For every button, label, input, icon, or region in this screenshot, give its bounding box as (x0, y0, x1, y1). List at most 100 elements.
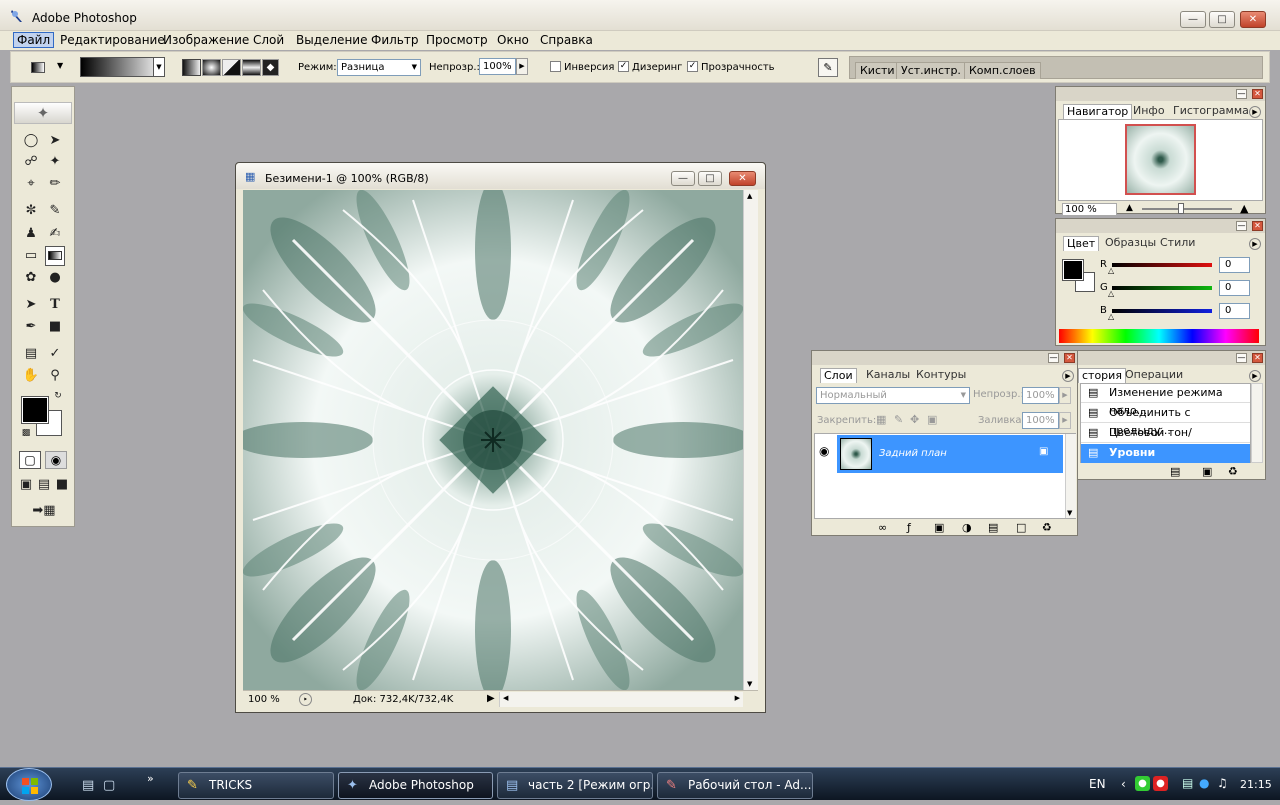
shape-tool-icon[interactable]: ■ (45, 317, 65, 337)
blend-mode-select[interactable]: Нормальный ▼ (816, 387, 970, 404)
tab-channels[interactable]: Каналы (863, 368, 913, 383)
quicklaunch-show-desktop-icon[interactable]: ▤ (82, 778, 94, 793)
zoom-level[interactable]: 100 % (248, 694, 280, 705)
history-item-selected[interactable]: ▤ Уровни (1081, 444, 1250, 463)
color-spectrum-bar[interactable] (1059, 329, 1259, 343)
color-panel-menu-icon[interactable]: ▶ (1249, 238, 1261, 250)
screen-mode-full-menu-icon[interactable]: ▤ (36, 475, 52, 495)
green-channel-value[interactable]: 0 (1219, 280, 1250, 296)
delete-layer-icon[interactable]: ♻ (1042, 521, 1052, 534)
eyedropper-tool-icon[interactable]: ✓ (45, 344, 65, 364)
blur-tool-icon[interactable]: ✿ (21, 268, 41, 288)
dither-checkbox[interactable]: ✓ (618, 61, 629, 72)
reflected-gradient-button[interactable] (242, 59, 261, 76)
tab-histogram[interactable]: Гистограмма (1170, 104, 1252, 119)
color-minimize-button[interactable]: — (1236, 221, 1247, 231)
navigator-thumbnail[interactable] (1125, 124, 1196, 195)
zoom-tool-icon[interactable]: ⚲ (45, 366, 65, 386)
slice-tool-icon[interactable]: ✏ (45, 174, 65, 194)
layer-mask-icon[interactable]: ▣ (934, 521, 944, 534)
restore-button[interactable]: □ (1209, 11, 1235, 28)
zoom-out-icon[interactable]: ▲ (1126, 203, 1133, 213)
new-snapshot-icon[interactable]: ▣ (1202, 465, 1212, 478)
document-title-bar[interactable]: ▦ Безимени-1 @ 100% (RGB/8) — □ ✕ (236, 163, 765, 189)
layer-visibility-eye-icon[interactable]: ◉ (819, 444, 829, 458)
fill-arrow[interactable]: ▶ (1059, 412, 1071, 429)
fill-input[interactable]: 100% (1022, 412, 1059, 429)
color-foreground-swatch[interactable] (1062, 259, 1084, 281)
opacity-arrow-button[interactable]: ▶ (516, 58, 528, 75)
layers-minimize-button[interactable]: — (1048, 353, 1059, 363)
new-layer-icon[interactable]: □ (1016, 521, 1026, 534)
adjustment-layer-icon[interactable]: ◑ (962, 521, 972, 534)
menu-view[interactable]: Просмотр (426, 33, 488, 47)
diamond-gradient-button[interactable]: ◆ (262, 59, 279, 76)
clone-stamp-tool-icon[interactable]: ♟ (21, 224, 41, 244)
menu-help[interactable]: Справка (540, 33, 593, 47)
angle-gradient-button[interactable] (222, 59, 241, 76)
gradient-tool-icon[interactable] (45, 246, 65, 266)
language-indicator[interactable]: EN (1089, 777, 1106, 791)
navigator-minimize-button[interactable]: — (1236, 89, 1247, 99)
well-tab-brushes[interactable]: Кисти (855, 62, 900, 79)
document-minimize-button[interactable]: — (671, 171, 695, 186)
link-layers-icon[interactable]: ∞ (878, 521, 887, 534)
menu-file[interactable]: Файл (13, 32, 55, 48)
taskbar-item-desktop-folder[interactable]: ✎ Рабочий стол - Ad... (657, 772, 813, 799)
document-canvas[interactable] (243, 190, 743, 690)
history-item[interactable]: ▤ Цветовой тон/Насыщен... (1081, 424, 1250, 457)
linear-gradient-button[interactable] (182, 59, 201, 76)
menu-image[interactable]: Изображение (163, 33, 249, 47)
tray-app-icon[interactable]: ● (1135, 776, 1150, 791)
well-tab-tool-presets[interactable]: Уст.инстр. (896, 62, 966, 79)
well-tab-layer-comps[interactable]: Комп.слоев (964, 62, 1041, 79)
green-slider-thumb-icon[interactable]: △ (1108, 289, 1114, 298)
jump-to-imageready-icon[interactable]: ➡▦ (21, 501, 67, 521)
screen-mode-standard-icon[interactable]: ▣ (18, 475, 34, 495)
document-close-button[interactable]: ✕ (729, 171, 756, 186)
menu-edit[interactable]: Редактирование (60, 33, 165, 47)
hand-tool-icon[interactable]: ✋ (21, 366, 41, 386)
history-item[interactable]: ▤ Объединить с предыду... (1081, 404, 1250, 437)
taskbar-item-tricks[interactable]: ✎ TRICKS (178, 772, 334, 799)
history-item[interactable]: ▤ Изменение режима нало... (1081, 384, 1250, 417)
document-horizontal-scrollbar[interactable]: ◀ ▶ (499, 692, 743, 707)
move-tool-icon[interactable]: ➤ (45, 131, 65, 151)
menu-select[interactable]: Выделение (296, 33, 367, 47)
healing-brush-tool-icon[interactable]: ✼ (21, 201, 41, 221)
taskbar-item-photoshop[interactable]: ✦ Adobe Photoshop (338, 772, 493, 799)
delete-state-icon[interactable]: ♻ (1228, 465, 1238, 478)
swap-colors-icon[interactable]: ↻ (52, 390, 64, 402)
transparency-checkbox[interactable]: ✓ (687, 61, 698, 72)
crop-tool-icon[interactable]: ⌖ (21, 174, 41, 194)
history-scrollbar[interactable] (1251, 383, 1263, 463)
standard-mode-button[interactable]: ▢ (19, 451, 41, 469)
screen-mode-full-icon[interactable]: ■ (54, 475, 70, 495)
pen-tool-icon[interactable]: ✒ (21, 317, 41, 337)
history-panel-menu-icon[interactable]: ▶ (1249, 370, 1261, 382)
tab-styles[interactable]: Стили (1157, 236, 1198, 251)
type-tool-icon[interactable]: T (45, 295, 65, 315)
tab-info[interactable]: Инфо (1130, 104, 1168, 119)
navigator-close-button[interactable]: ✕ (1252, 89, 1263, 99)
red-slider-thumb-icon[interactable]: △ (1108, 266, 1114, 275)
tray-network-icon[interactable]: ▤ (1182, 776, 1193, 790)
opacity-input[interactable]: 100% (479, 58, 516, 75)
tray-expand-icon[interactable]: ‹ (1121, 777, 1126, 791)
path-selection-tool-icon[interactable]: ➤ (21, 295, 41, 315)
menu-window[interactable]: Окно (497, 33, 529, 47)
zoom-in-icon[interactable]: ▲ (1240, 202, 1248, 215)
brush-tool-icon[interactable]: ✎ (45, 201, 65, 221)
lock-all-icon[interactable]: ▣ (927, 413, 937, 426)
lock-transparency-icon[interactable]: ▦ (876, 413, 886, 426)
tab-swatches[interactable]: Образцы (1102, 236, 1159, 251)
foreground-color-swatch[interactable] (21, 396, 49, 424)
green-channel-slider[interactable] (1112, 286, 1212, 290)
default-colors-icon[interactable]: ▩ (20, 427, 32, 439)
lock-image-icon[interactable]: ✎ (894, 413, 903, 426)
layer-opacity-arrow[interactable]: ▶ (1059, 387, 1071, 404)
layer-style-icon[interactable]: ƒ (907, 521, 911, 534)
status-arrow-icon[interactable]: ▶ (487, 693, 495, 704)
quicklaunch-more-icon[interactable]: » (147, 772, 154, 785)
history-minimize-button[interactable]: — (1236, 353, 1247, 363)
